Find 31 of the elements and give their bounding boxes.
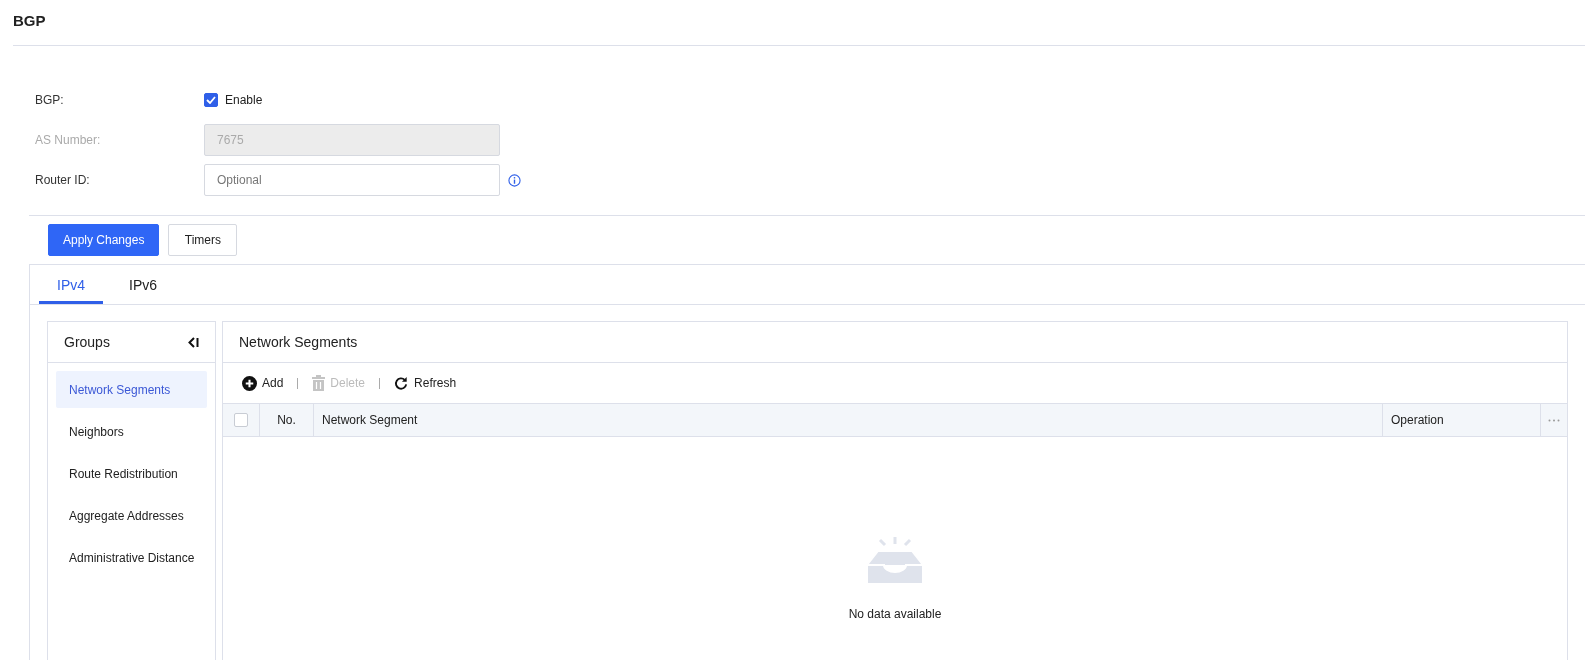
refresh-icon bbox=[394, 375, 410, 391]
enable-checkbox[interactable] bbox=[204, 93, 218, 107]
info-icon[interactable] bbox=[508, 173, 521, 187]
panel-title: Network Segments bbox=[239, 334, 358, 350]
group-item[interactable]: Network Segments bbox=[56, 371, 207, 408]
field-label: Router ID: bbox=[35, 173, 91, 187]
panel-title: Groups bbox=[64, 334, 110, 350]
refresh-button[interactable]: Refresh bbox=[394, 375, 457, 391]
more-icon[interactable] bbox=[1548, 418, 1560, 422]
group-item[interactable]: Neighbors bbox=[56, 413, 207, 450]
field-label: AS Number: bbox=[35, 133, 102, 147]
tab[interactable]: IPv4 bbox=[39, 265, 103, 304]
router-id-field[interactable]: Optional bbox=[204, 164, 500, 196]
page-title: BGP bbox=[12, 11, 47, 31]
column-header: Operation bbox=[1391, 413, 1444, 427]
select-all-checkbox[interactable] bbox=[234, 413, 248, 427]
add-button[interactable]: Add bbox=[242, 375, 284, 391]
group-item[interactable]: Aggregate Addresses bbox=[56, 497, 207, 534]
checkbox-label: Enable bbox=[225, 93, 263, 107]
group-item[interactable]: Route Redistribution bbox=[56, 455, 207, 492]
group-item[interactable]: Administrative Distance bbox=[56, 539, 207, 576]
collapse-icon[interactable] bbox=[188, 336, 199, 348]
timers-button[interactable]: Timers bbox=[168, 224, 238, 256]
plus-circle-icon bbox=[242, 375, 257, 391]
empty-message: No data available bbox=[848, 607, 942, 621]
tab[interactable]: IPv6 bbox=[111, 265, 176, 304]
apply-button[interactable]: Apply Changes bbox=[48, 224, 160, 256]
column-header: No. bbox=[277, 413, 296, 427]
trash-icon bbox=[312, 375, 326, 391]
field-label: BGP: bbox=[35, 93, 65, 107]
column-header: Network Segment bbox=[322, 413, 418, 427]
